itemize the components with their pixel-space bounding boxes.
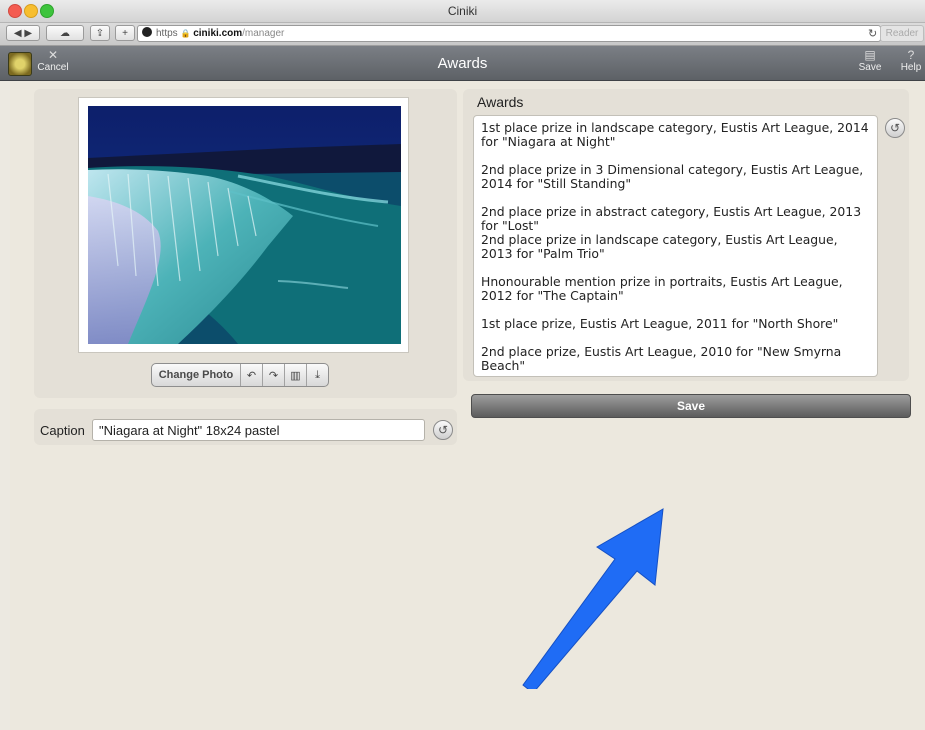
photo-frame	[78, 97, 409, 353]
save-icon: ▤	[864, 48, 876, 62]
window-title: Ciniki	[447, 4, 478, 18]
url-path: /manager	[242, 28, 285, 39]
save-button[interactable]: Save	[471, 394, 911, 418]
annotation-arrow-icon	[522, 508, 664, 689]
lock-icon: 🔒	[180, 29, 191, 38]
change-photo-button[interactable]: Change Photo	[152, 364, 240, 386]
caption-history-icon[interactable]: ↺	[433, 420, 453, 440]
help-button[interactable]: ? Help	[897, 48, 925, 74]
trash-icon[interactable]: ▥	[284, 364, 306, 386]
awards-history-icon[interactable]: ↺	[885, 118, 905, 138]
photo-actions: Change Photo ↶ ↷ ▥ ⤓	[151, 363, 329, 387]
rotate-right-icon[interactable]: ↷	[262, 364, 284, 386]
url-host: ciniki.com	[193, 28, 243, 39]
app-header: ✕ Cancel Awards ▤ Save ? Help	[0, 46, 925, 81]
download-icon[interactable]: ⤓	[306, 364, 328, 386]
cloud-button[interactable]: ☁	[46, 25, 84, 41]
globe-icon	[142, 27, 152, 37]
help-label: Help	[900, 62, 922, 73]
back-icon[interactable]: ◀	[14, 28, 22, 39]
reader-button[interactable]: Reader	[880, 25, 924, 42]
window-titlebar: Ciniki	[0, 0, 925, 23]
share-button[interactable]: ⇪	[90, 25, 110, 41]
rotate-left-icon[interactable]: ↶	[240, 364, 262, 386]
awards-label: Awards	[477, 94, 524, 110]
header-save-label: Save	[858, 62, 882, 73]
awards-panel: Awards ↺	[463, 89, 909, 381]
browser-toolbar: ◀ ▶ ☁ ⇪ + https 🔒 ciniki.com/manager ↻ R…	[0, 23, 925, 46]
caption-label: Caption	[40, 423, 85, 438]
cloud-icon: ☁	[60, 27, 70, 39]
caption-row: Caption ↺	[34, 409, 457, 445]
forward-icon[interactable]: ▶	[24, 28, 32, 39]
artwork-photo	[88, 106, 401, 344]
share-icon: ⇪	[95, 27, 105, 39]
awards-textarea[interactable]	[473, 115, 878, 377]
header-save-button[interactable]: ▤ Save	[856, 48, 884, 74]
back-forward-buttons[interactable]: ◀ ▶	[6, 25, 40, 41]
new-tab-button[interactable]: +	[115, 25, 135, 41]
reload-icon[interactable]: ↻	[868, 27, 877, 40]
page-title: Awards	[437, 55, 488, 72]
url-bar[interactable]: https 🔒 ciniki.com/manager	[137, 25, 881, 42]
plus-icon: +	[122, 27, 128, 39]
photo-panel: Change Photo ↶ ↷ ▥ ⤓	[34, 89, 457, 398]
help-icon: ?	[907, 48, 915, 62]
caption-input[interactable]	[92, 419, 425, 441]
url-scheme: https	[156, 28, 178, 39]
main-content: Change Photo ↶ ↷ ▥ ⤓ Caption ↺ Awards ↺ …	[10, 81, 925, 730]
